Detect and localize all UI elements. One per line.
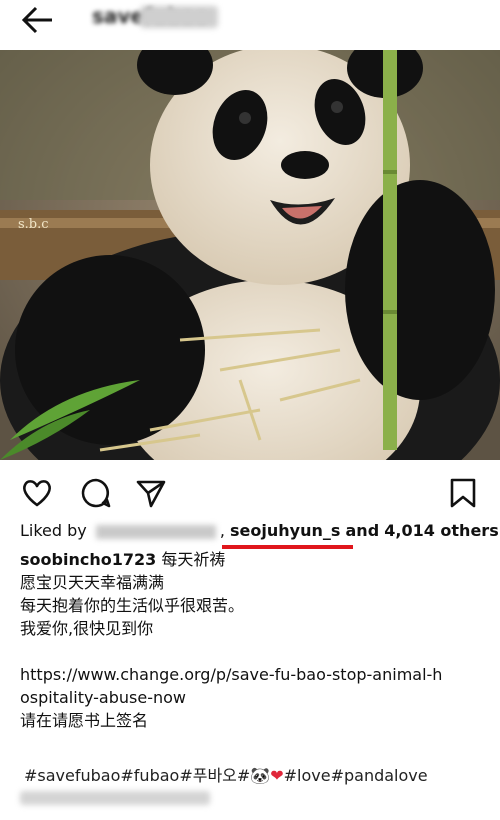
top-bar: savefubao (0, 0, 500, 44)
arrow-left-icon[interactable] (18, 4, 58, 36)
comment-icon[interactable] (79, 476, 113, 510)
bookmark-icon[interactable] (446, 476, 480, 510)
caption-line2: 愿宝贝天天幸福满满 (20, 573, 165, 592)
highlighted-liker[interactable]: seojuhyun_s (230, 521, 340, 540)
caption-owner[interactable]: soobincho1723 (20, 550, 156, 569)
post-photo[interactable]: s.b.c (0, 50, 500, 460)
likes-summary[interactable]: Liked by , seojuhyun_s and 4,014 others (20, 521, 499, 540)
caption-sign-line: 请在请愿书上签名 (20, 711, 149, 730)
caption-line1: 每天祈祷 (156, 550, 226, 569)
likes-prefix: Liked by (20, 521, 87, 540)
hashtags[interactable]: #savefubao#fubao#푸바오#🐼❤#love#pandalove (24, 762, 428, 786)
send-icon[interactable] (134, 476, 168, 510)
red-heart-icon: ❤ (270, 766, 284, 785)
username-blur (140, 6, 218, 28)
post-caption: soobincho1723 每天祈祷 愿宝贝天天幸福满满 每天抱着你的生活似乎很… (20, 548, 490, 732)
blurred-liker (95, 524, 216, 539)
caption-line3: 每天抱着你的生活似乎很艰苦。 (20, 596, 245, 615)
view-comments-blur[interactable] (20, 791, 210, 805)
hashtags-part2[interactable]: #love#pandalove (284, 766, 428, 785)
panda-emoji-icon: 🐼 (250, 766, 271, 785)
photo-watermark: s.b.c (18, 217, 49, 232)
action-bar (0, 470, 500, 514)
caption-link-part1[interactable]: https://www.change.org/p/save-fu-bao-sto… (20, 663, 490, 686)
likes-count[interactable]: 4,014 others (384, 521, 498, 540)
caption-line4: 我爱你,很快见到你 (20, 619, 154, 638)
likes-connector: and (345, 521, 380, 540)
caption-link-part2[interactable]: ospitality-abuse-now (20, 686, 490, 709)
hashtags-part1[interactable]: #savefubao#fubao#푸바오# (24, 766, 250, 785)
heart-icon[interactable] (20, 476, 54, 510)
